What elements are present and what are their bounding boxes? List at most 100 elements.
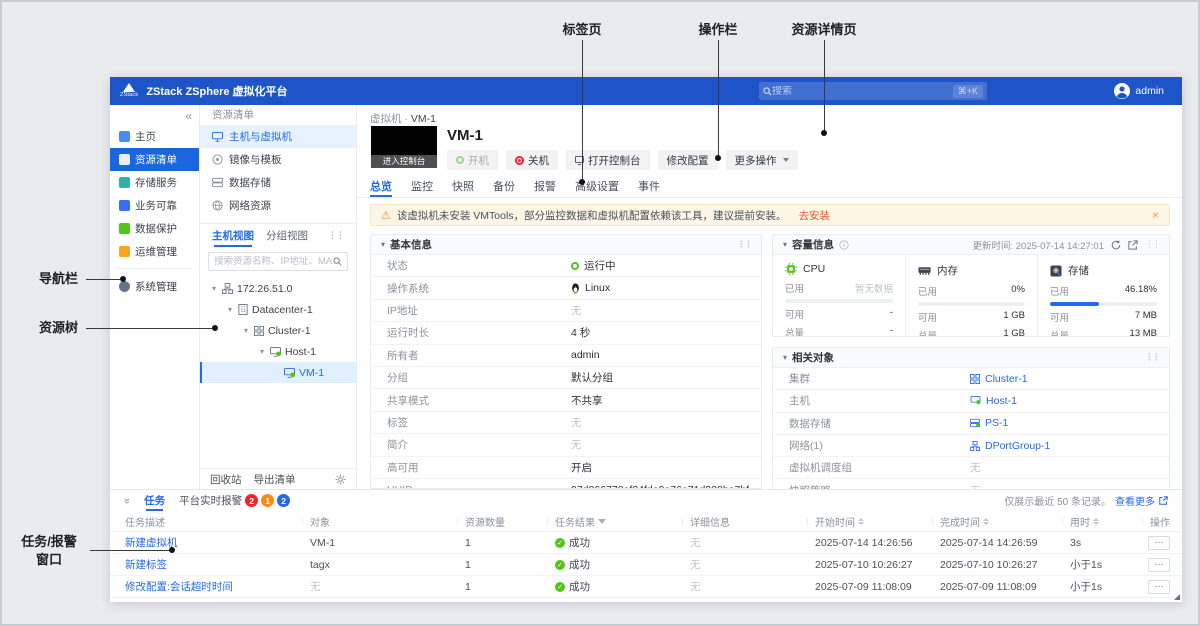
chevron-down-icon[interactable]: ▾	[226, 305, 234, 314]
datastore-link[interactable]: PS-1	[970, 417, 1008, 429]
layout-toggle-icon[interactable]: ⋮⋮	[328, 230, 344, 241]
tab-backup[interactable]: 备份	[493, 175, 515, 197]
panel-item-images[interactable]: 镜像与模板	[200, 148, 356, 171]
username: admin	[1135, 85, 1164, 97]
tree-node-vm-selected[interactable]: VM-1	[200, 362, 356, 383]
info-value: 无	[571, 303, 582, 318]
cluster-link[interactable]: Cluster-1	[970, 373, 1028, 385]
global-search[interactable]: ⌘+K	[759, 82, 987, 100]
panel-item-network[interactable]: 网络资源	[200, 194, 356, 217]
row-actions-button[interactable]: ···	[1148, 558, 1170, 572]
sidebar-item-business[interactable]: 业务可靠	[110, 194, 199, 217]
sidebar-collapse-icon[interactable]: «	[185, 109, 192, 123]
datastore-icon	[212, 177, 223, 188]
tab-events[interactable]: 事件	[638, 175, 660, 197]
col-object[interactable]: 对象	[302, 514, 457, 529]
tab-monitoring[interactable]: 监控	[411, 175, 433, 197]
host-icon	[270, 347, 281, 357]
sort-icon[interactable]	[1093, 518, 1099, 525]
col-duration[interactable]: 用时	[1062, 514, 1142, 529]
refresh-icon[interactable]	[1111, 240, 1121, 250]
task-alarm-panel: « 任务 平台实时报警 2 1 2 仅展示最近 50 条记录。 查看更多 任务描…	[110, 489, 1182, 602]
enter-console-button[interactable]: 进入控制台	[371, 155, 437, 168]
col-label: 完成时间	[940, 514, 980, 529]
recycle-bin-link[interactable]: 回收站	[210, 472, 242, 487]
install-link[interactable]: 去安装	[799, 208, 831, 223]
zstack-logo-icon: ZStack	[120, 83, 138, 99]
tab-alarm[interactable]: 报警	[534, 175, 556, 197]
chevron-down-icon[interactable]: ▾	[242, 326, 250, 335]
col-task-result[interactable]: 任务结果	[547, 514, 682, 529]
os-value: Linux	[571, 282, 610, 294]
col-start-time[interactable]: 开始时间	[807, 514, 932, 529]
row-actions-button[interactable]: ···	[1148, 580, 1170, 594]
col-end-time[interactable]: 完成时间	[932, 514, 1062, 529]
network-link[interactable]: DPortGroup-1	[970, 440, 1050, 452]
col-task-desc[interactable]: 任务描述	[125, 514, 302, 529]
collapse-caret-icon[interactable]: ▾	[381, 240, 385, 249]
drag-handle-icon[interactable]: ⋮⋮	[737, 239, 751, 250]
sort-icon[interactable]	[858, 518, 864, 525]
export-list-link[interactable]: 导出清单	[254, 472, 296, 487]
row-actions-button[interactable]: ···	[1148, 602, 1170, 603]
sidebar-item-resources[interactable]: 资源清单	[110, 148, 199, 171]
power-off-button[interactable]: 关机	[506, 150, 558, 170]
tab-realtime-alarms[interactable]: 平台实时报警 2 1 2	[179, 490, 290, 511]
chevron-down-icon[interactable]: ▾	[258, 347, 266, 356]
external-link-icon[interactable]	[1128, 240, 1138, 250]
task-end: 2025-07-14 14:26:59	[932, 537, 1062, 549]
tree-node-cluster[interactable]: ▾ Cluster-1	[200, 320, 356, 341]
user-menu[interactable]: admin	[1114, 77, 1164, 105]
tree-search-input[interactable]	[214, 256, 333, 267]
chevron-down-icon[interactable]: ▾	[210, 284, 218, 293]
tab-group-view[interactable]: 分组视图	[266, 224, 308, 247]
drag-handle-icon[interactable]: ⋮⋮	[1145, 239, 1159, 250]
info-row: UUID97d066778af24fda9e76a71d220be7bf	[371, 479, 761, 489]
task-desc-link[interactable]: 新建标签	[125, 557, 302, 572]
panel-item-datastore[interactable]: 数据存储	[200, 171, 356, 194]
gear-icon[interactable]	[335, 474, 346, 485]
host-link[interactable]: Host-1	[970, 395, 1017, 407]
external-link-icon[interactable]	[1159, 496, 1168, 505]
close-icon[interactable]: ×	[1152, 208, 1159, 222]
power-on-button[interactable]: 开机	[447, 150, 498, 170]
col-resource-count[interactable]: 资源数量	[457, 514, 547, 529]
status-badge: 运行中	[571, 258, 616, 273]
panel-item-hosts-vms[interactable]: 主机与虚拟机	[200, 125, 356, 148]
info-value: 开启	[571, 460, 592, 475]
drag-handle-icon[interactable]: ⋮⋮	[1145, 352, 1159, 363]
panel-item-label: 主机与虚拟机	[229, 129, 292, 144]
tree-node-host[interactable]: ▾ Host-1	[200, 341, 356, 362]
more-actions-button[interactable]: 更多操作	[726, 150, 798, 170]
sidebar-item-storage[interactable]: 存储服务	[110, 171, 199, 194]
tab-tasks[interactable]: 任务	[144, 490, 165, 511]
tab-host-view[interactable]: 主机视图	[212, 224, 254, 247]
sidebar-item-home[interactable]: 主页	[110, 125, 199, 148]
resource-detail-page: 虚拟机 · VM-1 进入控制台 VM-1 开机 关机	[357, 105, 1182, 489]
tree-node-datacenter[interactable]: ▾ Datacenter-1	[200, 299, 356, 320]
collapse-caret-icon[interactable]: ▾	[783, 353, 787, 362]
resize-handle[interactable]	[1174, 594, 1180, 600]
modify-config-button[interactable]: 修改配置	[658, 150, 718, 170]
task-desc-link[interactable]: 添加数据存储	[125, 601, 302, 602]
col-detail[interactable]: 详细信息	[682, 514, 807, 529]
sidebar-item-data-protection[interactable]: 数据保护	[110, 217, 199, 240]
sidebar-item-ops[interactable]: 运维管理	[110, 240, 199, 263]
view-more-link[interactable]: 查看更多	[1115, 493, 1155, 508]
related-label: 集群	[773, 371, 970, 386]
tab-overview[interactable]: 总览	[370, 175, 392, 197]
filter-icon[interactable]	[598, 519, 606, 524]
tab-snapshot[interactable]: 快照	[452, 175, 474, 197]
collapse-caret-icon[interactable]: ▾	[783, 240, 787, 249]
global-search-input[interactable]	[772, 86, 949, 97]
tree-search[interactable]	[208, 252, 348, 271]
breadcrumb-root[interactable]: 虚拟机	[370, 113, 402, 125]
task-desc-link[interactable]: 新建虚拟机	[125, 535, 302, 550]
collapse-panel-icon[interactable]: «	[121, 497, 133, 503]
sort-icon[interactable]	[983, 518, 989, 525]
tree-node-vcenter[interactable]: ▾ 172.26.51.0	[200, 278, 356, 299]
console-thumbnail[interactable]: 进入控制台	[371, 126, 437, 168]
task-desc-link[interactable]: 修改配置:会话超时时间	[125, 579, 302, 594]
open-console-button[interactable]: 打开控制台	[566, 150, 650, 170]
row-actions-button[interactable]: ···	[1148, 536, 1170, 550]
